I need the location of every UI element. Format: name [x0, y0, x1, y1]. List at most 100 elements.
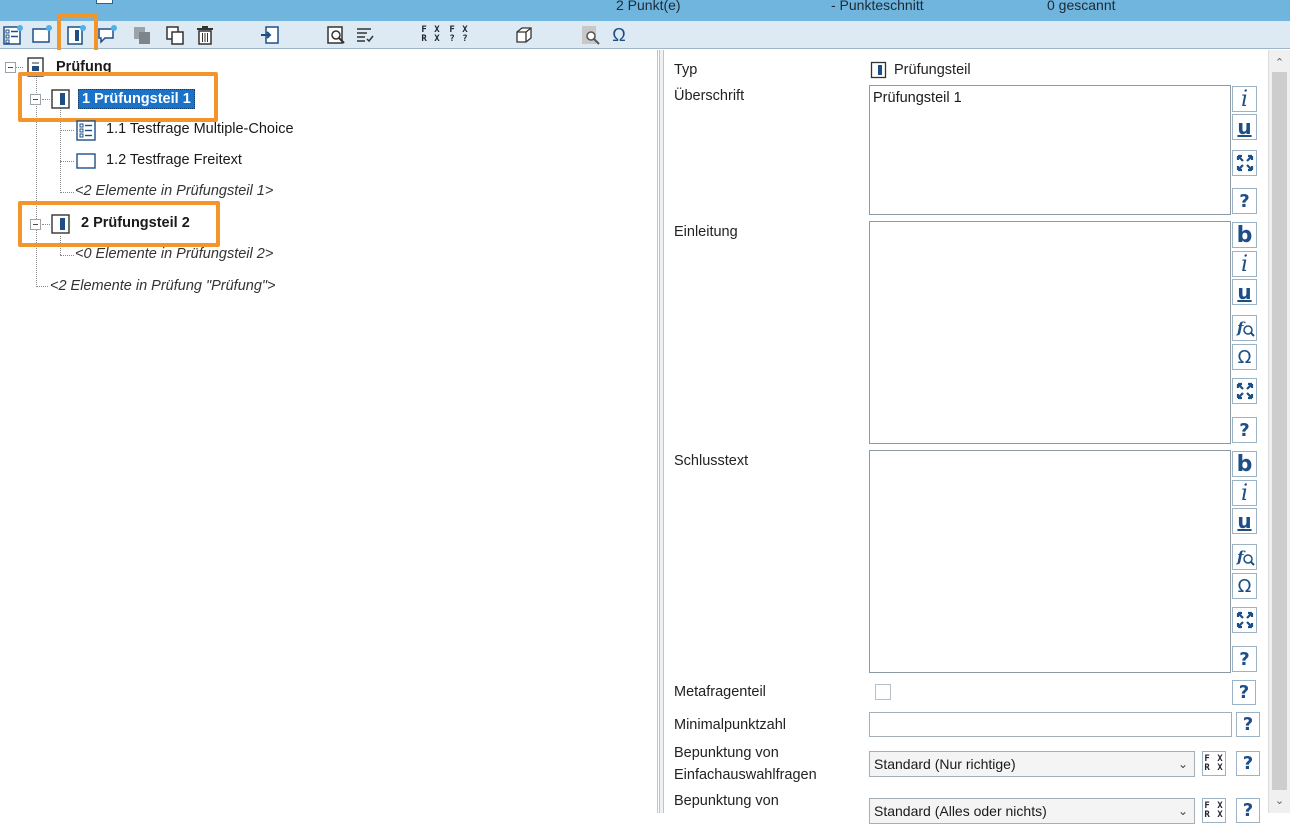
- add-multiple-choice-icon: [3, 25, 23, 45]
- formula-search-button[interactable]: [578, 23, 602, 47]
- omega-icon: Ω: [612, 24, 626, 45]
- copy-button[interactable]: [130, 23, 154, 47]
- scanned-status: 0 gescannt: [1047, 0, 1116, 13]
- bold-button[interactable]: b: [1232, 222, 1257, 248]
- type-label: Typ: [674, 62, 698, 78]
- checklist-button[interactable]: [353, 23, 377, 47]
- scoring-single-label-1: Bepunktung von: [674, 745, 779, 761]
- italic-button[interactable]: i: [1232, 251, 1257, 277]
- tree-connector: [60, 192, 74, 193]
- tree-root-summary: <2 Elemente in Prüfung "Prüfung">: [50, 278, 276, 294]
- expand-icon: [1236, 154, 1253, 172]
- italic-button[interactable]: i: [1232, 480, 1257, 506]
- help-button[interactable]: ?: [1236, 751, 1260, 776]
- document-icon: [96, 0, 113, 4]
- help-button[interactable]: ?: [1232, 188, 1257, 214]
- tree-connector: [60, 130, 74, 131]
- omega-button[interactable]: Ω: [607, 23, 631, 47]
- tree-section-2[interactable]: 2 Prüfungsteil 2: [81, 215, 190, 231]
- scoring-single-value: Standard (Nur richtige): [874, 756, 1016, 772]
- status-bar: 2 Punkt(e) - Punkteschnitt 0 gescannt: [0, 0, 1290, 21]
- add-freetext-button[interactable]: [30, 23, 54, 47]
- formula-search-button[interactable]: f: [1232, 315, 1257, 341]
- scrollbar-thumb[interactable]: [1272, 72, 1287, 790]
- help-button[interactable]: ?: [1236, 798, 1260, 823]
- help-button[interactable]: ?: [1236, 712, 1260, 737]
- properties-scrollbar[interactable]: ⌃ ⌄: [1268, 50, 1290, 813]
- bold-button[interactable]: b: [1232, 451, 1257, 477]
- import-icon: [261, 26, 279, 44]
- checklist-icon: [357, 28, 374, 43]
- formula-fx-rx-button[interactable]: F XR X: [419, 23, 443, 47]
- tree-connector: [60, 161, 74, 162]
- underline-button[interactable]: u: [1232, 114, 1257, 140]
- delete-button[interactable]: [193, 23, 217, 47]
- add-freetext-icon: [32, 25, 52, 43]
- scoring-multi-label-1: Bepunktung von: [674, 793, 779, 809]
- freetext-icon: [76, 153, 96, 169]
- formula-search-button[interactable]: f: [1232, 544, 1257, 570]
- tree-question-1-2[interactable]: 1.2 Testfrage Freitext: [106, 152, 242, 168]
- formula-search-icon: f: [1236, 548, 1255, 566]
- chevron-down-icon: ⌄: [1177, 757, 1188, 771]
- expander-section-2[interactable]: [30, 219, 41, 230]
- scroll-up-icon[interactable]: ⌃: [1269, 52, 1290, 72]
- special-char-button[interactable]: Ω: [1232, 573, 1257, 599]
- tree-question-1-1[interactable]: 1.1 Testfrage Multiple-Choice: [106, 121, 294, 137]
- meta-checkbox[interactable]: [875, 684, 891, 700]
- points-status: 2 Punkt(e): [616, 0, 681, 13]
- tree-connector: [36, 74, 37, 287]
- tree-section-2-summary: <0 Elemente in Prüfungsteil 2>: [75, 246, 274, 262]
- import-button[interactable]: [258, 23, 282, 47]
- copy-gray-icon: [134, 27, 150, 44]
- section-icon: [51, 89, 70, 109]
- heading-label: Überschrift: [674, 88, 745, 104]
- italic-button[interactable]: i: [1232, 86, 1257, 112]
- multiple-choice-icon: [76, 120, 96, 141]
- expand-button[interactable]: [1232, 607, 1257, 633]
- add-multiple-choice-button[interactable]: [1, 23, 25, 47]
- scoring-single-formula-button[interactable]: F XR X: [1202, 751, 1226, 776]
- duplicate-button[interactable]: [163, 23, 187, 47]
- help-button[interactable]: ?: [1232, 646, 1257, 672]
- formula-fx-q-icon: F X? ?: [449, 25, 469, 44]
- underline-button[interactable]: u: [1232, 508, 1257, 534]
- preview-button[interactable]: [324, 23, 348, 47]
- expand-icon: [1236, 611, 1253, 629]
- minpoints-input[interactable]: [869, 712, 1232, 737]
- expand-button[interactable]: [1232, 150, 1257, 176]
- scoring-multi-value: Standard (Alles oder nichts): [874, 803, 1047, 819]
- formula-fx-q-button[interactable]: F X? ?: [447, 23, 471, 47]
- scoring-single-select[interactable]: Standard (Nur richtige) ⌄: [869, 751, 1195, 777]
- average-status: - Punkteschnitt: [831, 0, 924, 13]
- tree-root-label[interactable]: Prüfung: [56, 59, 112, 75]
- closing-textarea[interactable]: [869, 450, 1231, 673]
- help-button[interactable]: ?: [1232, 417, 1257, 443]
- cube-button[interactable]: [512, 23, 536, 47]
- tree-connector: [60, 255, 74, 256]
- help-button[interactable]: ?: [1232, 680, 1256, 705]
- underline-button[interactable]: u: [1232, 279, 1257, 305]
- formula-search-icon: [582, 26, 600, 45]
- expander-root[interactable]: [5, 62, 16, 73]
- cube-icon: [516, 27, 532, 43]
- tree-section-1[interactable]: 1 Prüfungsteil 1: [78, 89, 195, 109]
- expand-icon: [1236, 382, 1253, 400]
- intro-textarea[interactable]: [869, 221, 1231, 444]
- special-char-button[interactable]: Ω: [1232, 344, 1257, 370]
- tree-connector: [60, 236, 61, 255]
- tree-connector: [36, 286, 48, 287]
- scroll-down-icon[interactable]: ⌄: [1269, 790, 1290, 810]
- heading-textarea[interactable]: Prüfungsteil 1: [869, 85, 1231, 215]
- expand-button[interactable]: [1232, 378, 1257, 404]
- exam-doc-icon: [27, 57, 44, 77]
- formula-fx-rx-icon: F XR X: [1204, 800, 1224, 820]
- scoring-multi-formula-button[interactable]: F XR X: [1202, 798, 1226, 823]
- add-comment-button[interactable]: [95, 23, 119, 47]
- add-section-button[interactable]: [64, 23, 88, 47]
- scoring-multi-select[interactable]: Standard (Alles oder nichts) ⌄: [869, 798, 1195, 824]
- formula-fx-rx-icon: F XR X: [421, 25, 441, 44]
- closing-label: Schlusstext: [674, 453, 749, 469]
- preview-icon: [327, 26, 345, 44]
- expander-section-1[interactable]: [30, 94, 41, 105]
